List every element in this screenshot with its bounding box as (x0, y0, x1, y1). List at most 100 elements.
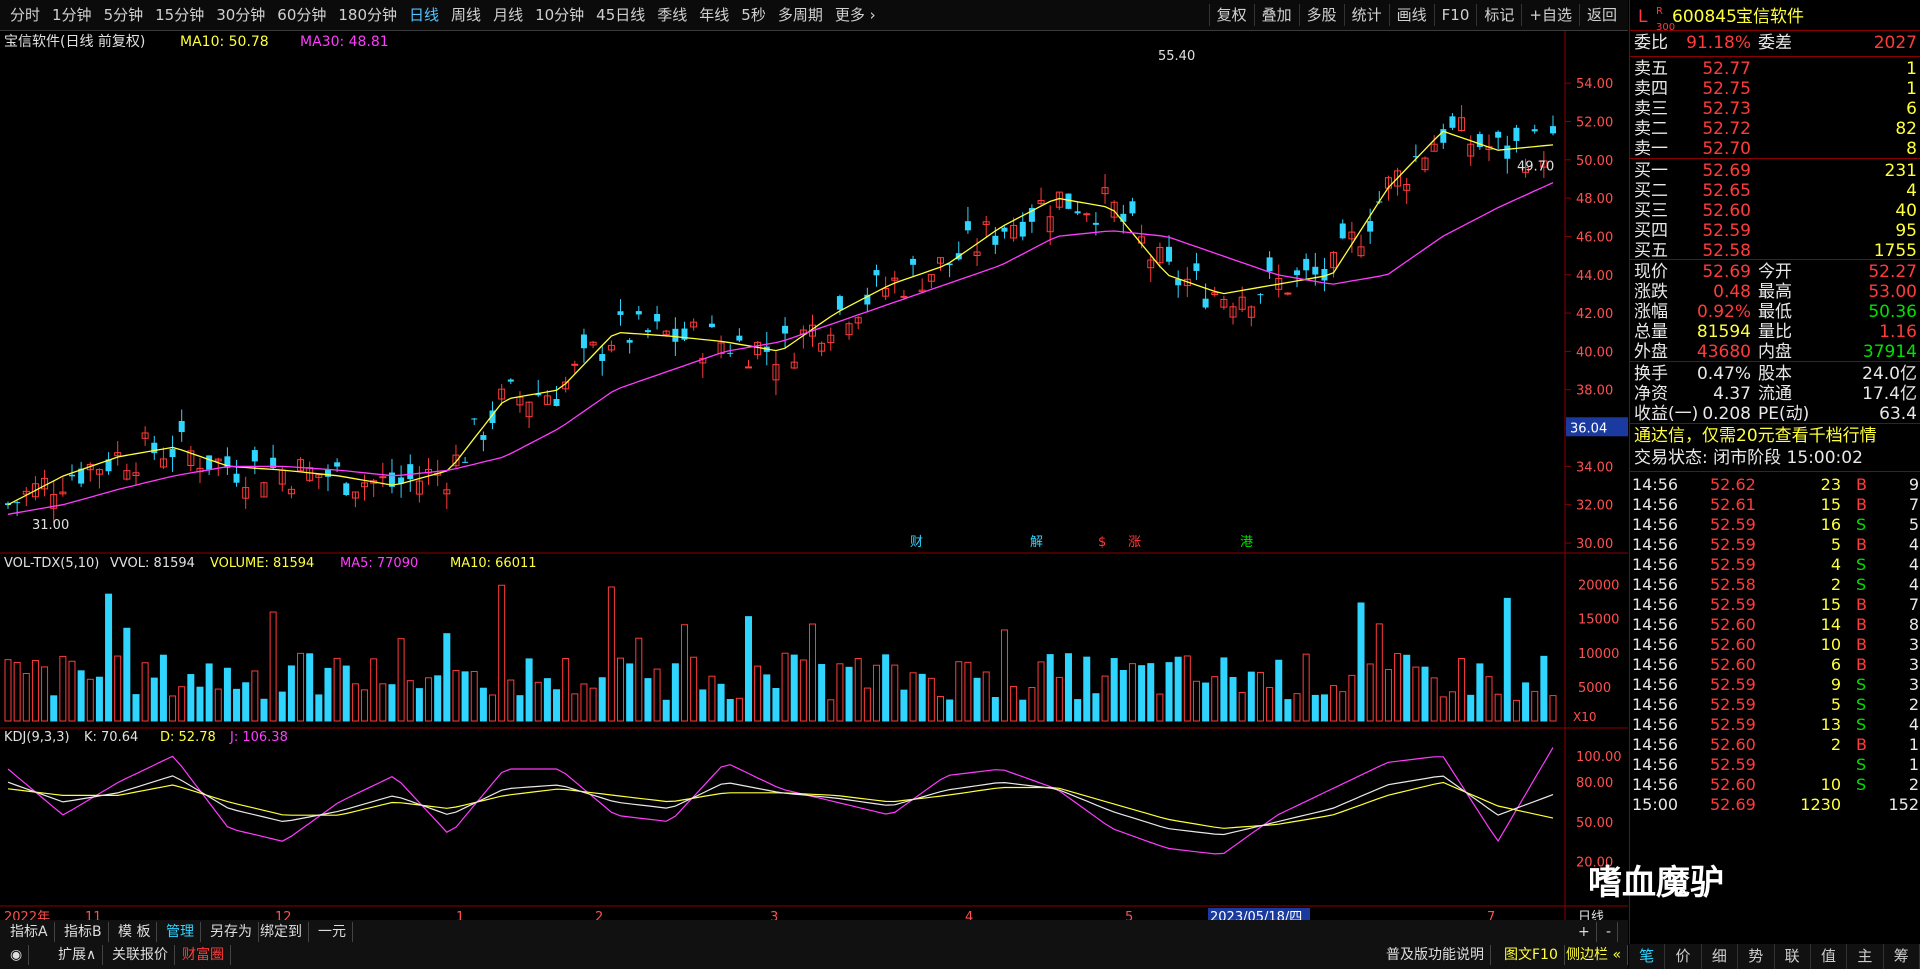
toggle-switch[interactable]: ◉ (4, 945, 30, 965)
y-tick-label: 50.00 (1576, 154, 1613, 169)
chart-title: 宝信软件(日线 前复权) (4, 33, 145, 50)
tool-button[interactable]: 统计 (1343, 4, 1389, 26)
period-tab[interactable]: 5分钟 (98, 4, 150, 26)
period-tab[interactable]: 1分钟 (46, 4, 98, 26)
event-tag: 港 (1240, 535, 1253, 550)
weibi-value: 91.18% (1686, 33, 1751, 53)
right-tab[interactable]: 值 (1811, 944, 1848, 969)
zoom-out-button[interactable]: - (1600, 922, 1619, 942)
extension-tab[interactable]: 关联报价 (106, 945, 175, 965)
indicator-tab[interactable]: 一元 (312, 922, 353, 942)
period-tab[interactable]: 年线 (693, 4, 735, 26)
candle (78, 461, 85, 488)
period-tab[interactable]: 分时 (4, 4, 46, 26)
bottom-link[interactable]: 图文F10 (1498, 945, 1565, 965)
right-tab[interactable]: 笔 (1629, 944, 1666, 969)
trade-time: 14:56 (1632, 715, 1679, 734)
candles (5, 105, 1556, 524)
tool-button[interactable]: 复权 (1208, 4, 1254, 26)
weicha-label: 委差 (1758, 33, 1792, 53)
period-tab[interactable]: 15分钟 (149, 4, 210, 26)
trade-time: 14:56 (1632, 495, 1679, 514)
bottom-toolbar: 指标A 指标B 模 板管理 另存为 绑定到 一元扩展∧ 关联报价 财富圈 ◉ 普及版功能说明 图文F… (0, 920, 1628, 969)
bottom-link[interactable]: 普及版功能说明 (1380, 945, 1491, 965)
trade-volume: 16 (1820, 515, 1841, 534)
period-tab[interactable]: 日线 (403, 4, 445, 26)
volume-bar (1320, 694, 1328, 722)
volume-bar (872, 664, 880, 722)
right-tab[interactable]: 势 (1738, 944, 1775, 969)
trade-count: 2 (1908, 775, 1919, 794)
volume-bar (1101, 675, 1109, 722)
candle (699, 353, 707, 378)
right-tab[interactable]: 主 (1847, 944, 1884, 969)
right-tab[interactable]: 细 (1702, 944, 1739, 969)
trade-row: 14:56 52.61 15 B 7 (1630, 494, 1920, 516)
tool-button[interactable]: 标记 (1476, 4, 1521, 26)
period-tab[interactable]: 10分钟 (529, 4, 590, 26)
right-tab[interactable]: 价 (1665, 944, 1702, 969)
trade-side: B (1856, 475, 1867, 494)
volume-bar (1092, 693, 1100, 722)
candle (50, 480, 58, 524)
bottom-link[interactable]: 侧边栏 « (1560, 945, 1628, 965)
volume-bar (1064, 653, 1072, 722)
volume-bar (41, 666, 49, 722)
tool-button[interactable]: 多股 (1298, 4, 1344, 26)
candle (1367, 208, 1374, 244)
indicator-tab[interactable]: 管理 (160, 922, 201, 942)
period-tab[interactable]: 更多 › (829, 4, 882, 26)
volume-bar (1522, 682, 1530, 722)
indicator-tab[interactable]: 绑定到 (254, 922, 309, 942)
trade-count: 2 (1908, 695, 1919, 714)
period-tab[interactable]: 45日线 (590, 4, 651, 26)
period-tab[interactable]: 60分钟 (271, 4, 332, 26)
indicator-tab[interactable]: 模 板 (112, 922, 158, 942)
extension-tab[interactable]: 扩展∧ (52, 945, 104, 965)
right-tab[interactable]: 筹 (1884, 944, 1920, 969)
candle (351, 491, 359, 508)
y-tick-label: 34.00 (1576, 460, 1613, 475)
volume-bar (1147, 663, 1155, 722)
period-tab[interactable]: 季线 (651, 4, 693, 26)
extension-tab[interactable]: 财富圈 (176, 945, 231, 965)
period-tab[interactable]: 周线 (445, 4, 487, 26)
volume-bar (1531, 690, 1539, 722)
period-tab[interactable]: 180分钟 (332, 4, 403, 26)
candle (443, 482, 451, 510)
candle (59, 477, 67, 497)
trade-price: 52.62 (1710, 475, 1756, 494)
indicator-tab[interactable]: 指标B (58, 922, 109, 942)
candle (1266, 251, 1273, 279)
indicator-tab[interactable]: 另存为 (204, 922, 259, 942)
volume-bar (397, 638, 405, 722)
period-tab[interactable]: 5秒 (735, 4, 772, 26)
volume-bar (982, 671, 990, 722)
tool-button[interactable]: 画线 (1388, 4, 1434, 26)
volume-bar (671, 663, 679, 722)
period-tab[interactable]: 30分钟 (210, 4, 271, 26)
candle (927, 274, 935, 289)
volume-bar (333, 657, 341, 722)
indicator-tab[interactable]: 指标A (4, 922, 55, 942)
tool-button[interactable]: 叠加 (1253, 4, 1299, 26)
stock-chart[interactable]: 宝信软件(日线 前复权) MA10: 50.78 MA30: 48.81 54.00 5… (0, 31, 1628, 951)
volume-bar (1238, 691, 1246, 722)
period-tab[interactable]: 多周期 (772, 4, 829, 26)
volume-bar (745, 616, 753, 722)
candle (873, 264, 880, 287)
zoom-in-button[interactable]: + (1572, 922, 1597, 942)
svg-text:D: 52.78: D: 52.78 (160, 730, 216, 745)
trade-row: 14:56 52.60 6 B 3 (1630, 654, 1920, 676)
right-tab[interactable]: 联 (1775, 944, 1811, 969)
candle (1065, 193, 1072, 210)
volume-bar (498, 584, 506, 722)
tool-button[interactable]: 返回 (1578, 4, 1624, 26)
trade-row: 14:56 52.59 5 S 2 (1630, 694, 1920, 716)
tool-button[interactable]: F10 (1433, 4, 1477, 26)
period-tab[interactable]: 月线 (487, 4, 529, 26)
trade-side: B (1856, 595, 1867, 614)
tool-button[interactable]: +自选 (1521, 4, 1579, 26)
promo-row[interactable]: 通达信，仅需20元查看千档行情 (1632, 425, 1919, 448)
trade-count: 4 (1908, 715, 1919, 734)
